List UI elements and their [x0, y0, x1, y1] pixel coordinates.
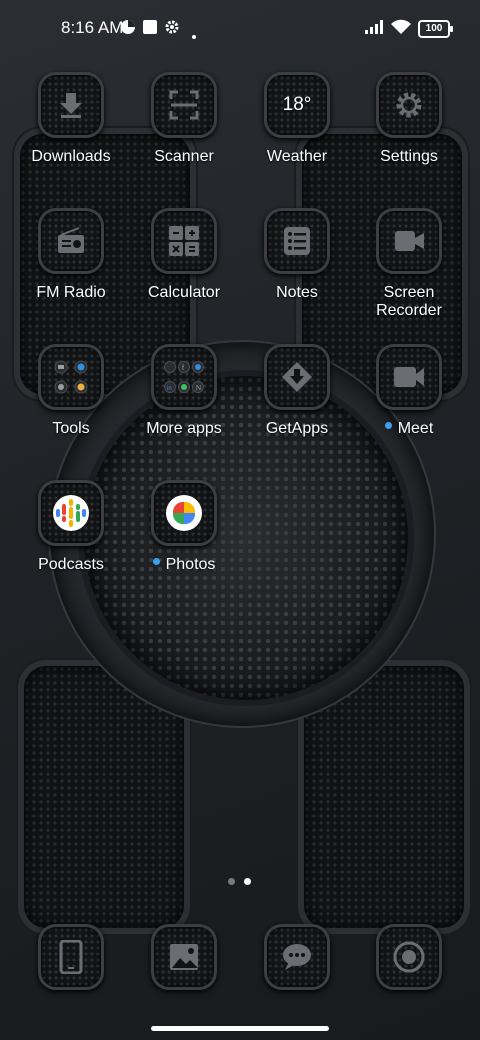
app-weather[interactable]: 18° Weather — [247, 72, 347, 166]
svg-text:f: f — [182, 365, 184, 372]
app-screen-recorder[interactable]: Screen Recorder — [359, 208, 459, 320]
data-saver-icon — [120, 19, 136, 40]
new-install-dot — [152, 558, 160, 566]
clock: 8:16 AM — [61, 18, 124, 37]
phone-icon — [38, 924, 104, 990]
message-bubble-icon — [264, 924, 330, 990]
page-dot[interactable] — [228, 878, 235, 885]
getapps-icon — [264, 344, 330, 410]
dock-gallery[interactable] — [134, 924, 234, 990]
wifi-icon — [390, 19, 412, 40]
gesture-navigation-bar[interactable] — [151, 1026, 329, 1031]
app-label-line: Screen — [383, 284, 435, 301]
cellular-signal-icon — [364, 19, 386, 40]
gallery-icon — [151, 924, 217, 990]
app-label-text: Meet — [397, 420, 434, 437]
app-label: Notes — [276, 284, 318, 301]
app-label: GetApps — [265, 420, 329, 437]
page-dot-active[interactable] — [244, 878, 251, 885]
app-scanner[interactable]: Scanner — [134, 72, 234, 166]
app-photos[interactable]: Photos — [134, 480, 234, 574]
app-settings[interactable]: Settings — [359, 72, 459, 166]
video-camera-icon — [376, 344, 442, 410]
app-label: Downloads — [31, 148, 111, 165]
svg-text:N: N — [196, 385, 201, 392]
weather-temperature: 18° — [282, 94, 312, 115]
photos-pinwheel-icon — [151, 480, 217, 546]
folder-more-apps[interactable]: f in N More apps — [134, 344, 234, 438]
camera-icon — [376, 924, 442, 990]
app-label-text: Photos — [165, 556, 216, 573]
dock-messages[interactable] — [247, 924, 347, 990]
svg-text:in: in — [167, 386, 172, 392]
notification-square-icon — [142, 19, 158, 40]
app-meet[interactable]: Meet — [359, 344, 459, 438]
download-icon — [38, 72, 104, 138]
folder-icon: f in N — [151, 344, 217, 410]
app-label: More apps — [146, 420, 222, 437]
app-label: Photos — [134, 556, 234, 574]
app-podcasts[interactable]: Podcasts — [21, 480, 121, 574]
app-label-line: Recorder — [376, 302, 442, 319]
app-getapps[interactable]: GetApps — [247, 344, 347, 438]
radio-icon — [38, 208, 104, 274]
app-label: Scanner — [154, 148, 214, 165]
status-bar: 8:16 AM 100 — [0, 0, 480, 56]
folder-tools[interactable]: Tools — [21, 344, 121, 438]
more-notifications-dot-icon — [192, 26, 196, 44]
app-label: FM Radio — [36, 284, 106, 301]
screen-recorder-icon — [376, 208, 442, 274]
app-label: Podcasts — [38, 556, 104, 573]
scanner-icon — [151, 72, 217, 138]
app-label: Calculator — [147, 284, 221, 301]
dock-phone[interactable] — [21, 924, 121, 990]
app-label: Settings — [380, 148, 438, 165]
folder-icon — [38, 344, 104, 410]
app-label: Tools — [52, 420, 90, 437]
weather-icon: 18° — [264, 72, 330, 138]
notes-icon — [264, 208, 330, 274]
app-calculator[interactable]: Calculator — [134, 208, 234, 302]
dock-camera[interactable] — [359, 924, 459, 990]
calculator-icon — [151, 208, 217, 274]
app-label: Weather — [266, 148, 328, 165]
battery-indicator: 100 — [418, 20, 453, 38]
app-notes[interactable]: Notes — [247, 208, 347, 302]
app-label: Screen Recorder — [359, 284, 459, 320]
app-downloads[interactable]: Downloads — [21, 72, 121, 166]
app-label: Meet — [359, 420, 459, 438]
gear-icon — [376, 72, 442, 138]
app-fm-radio[interactable]: FM Radio — [21, 208, 121, 302]
gear-icon — [164, 19, 180, 40]
new-install-dot — [384, 422, 392, 430]
podcasts-icon — [38, 480, 104, 546]
